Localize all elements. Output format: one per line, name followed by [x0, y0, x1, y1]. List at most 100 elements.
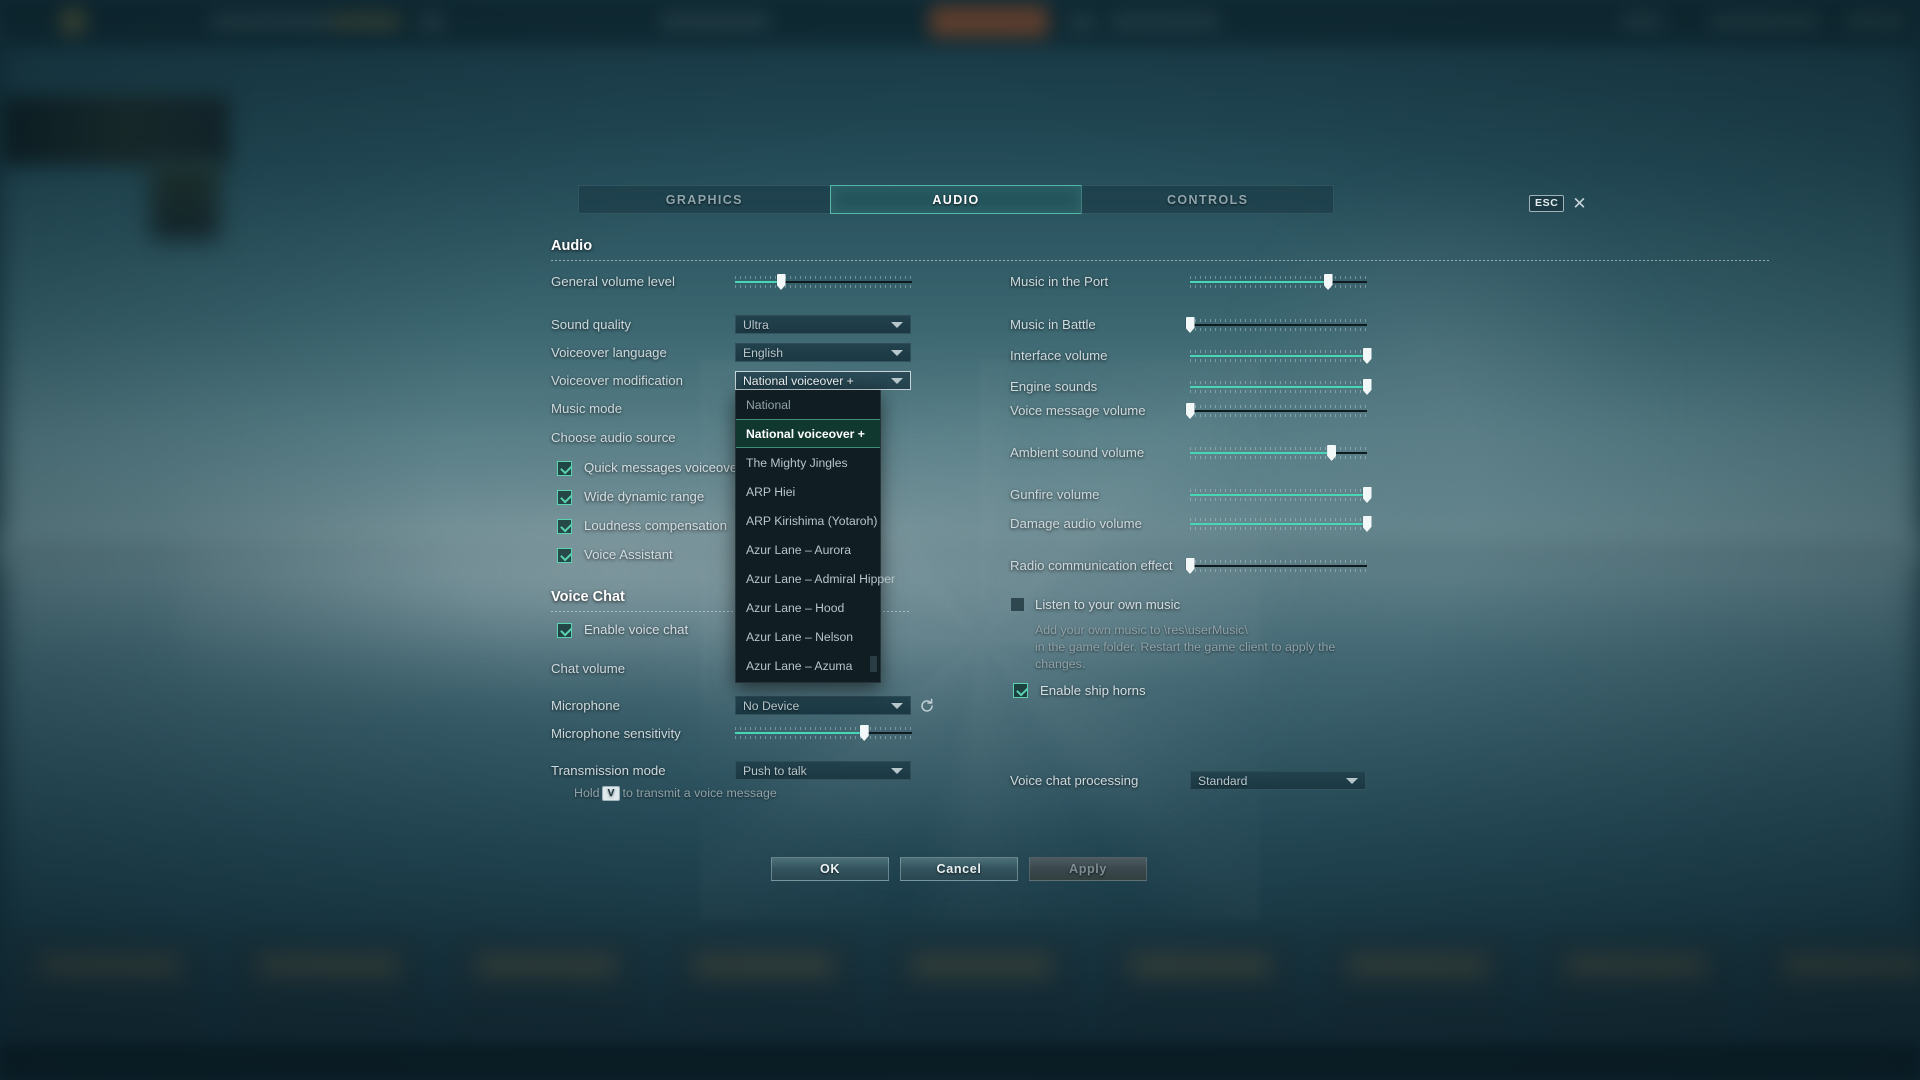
- slider-music-in-the-port[interactable]: [1190, 274, 1367, 290]
- checkbox-voice-assistant[interactable]: [557, 548, 572, 563]
- chevron-down-icon: [1346, 778, 1358, 784]
- label-general-volume: General volume level: [551, 274, 675, 289]
- chevron-down-icon: [891, 768, 903, 774]
- slider-ticks: [1190, 518, 1367, 530]
- dropdown-option[interactable]: ARP Hiei: [736, 477, 880, 506]
- select-transmission-mode-value: Push to talk: [743, 763, 807, 778]
- label-gunfire-volume: Gunfire volume: [1010, 487, 1100, 502]
- slider-general-volume[interactable]: [735, 274, 912, 290]
- checkbox-loudness-compensation[interactable]: [557, 519, 572, 534]
- label-enable-voice-chat: Enable voice chat: [584, 622, 689, 637]
- label-loudness-compensation: Loudness compensation: [584, 518, 727, 533]
- key-badge-v: V: [602, 786, 620, 801]
- chevron-down-icon: [891, 378, 903, 384]
- select-sound-quality[interactable]: Ultra: [735, 315, 911, 334]
- dropdown-option[interactable]: Azur Lane – Hood: [736, 593, 880, 622]
- dropdown-option[interactable]: Azur Lane – Admiral Hipper: [736, 564, 895, 593]
- label-music-in-the-port: Music in the Port: [1010, 274, 1109, 289]
- label-music-mode: Music mode: [551, 401, 623, 416]
- slider-ticks: [1190, 350, 1367, 362]
- slider-gunfire-volume[interactable]: [1190, 487, 1372, 503]
- slider-engine-sounds[interactable]: [1190, 379, 1372, 395]
- label-microphone-sensitivity: Microphone sensitivity: [551, 726, 681, 741]
- select-transmission-mode[interactable]: Push to talk: [735, 761, 911, 780]
- label-voice-message-volume: Voice message volume: [1010, 403, 1146, 418]
- label-quick-messages-voiceover: Quick messages voiceover: [584, 460, 742, 475]
- dropdown-option[interactable]: Azur Lane – Aurora: [736, 535, 880, 564]
- dropdown-option[interactable]: Azur Lane – Nelson: [736, 622, 880, 651]
- settings-tab-bar: GRAPHICS AUDIO CONTROLS: [578, 185, 1335, 214]
- settings-overlay: GRAPHICS AUDIO CONTROLS ESC ✕ Audio Gene…: [0, 0, 1920, 1080]
- label-voiceover-language: Voiceover language: [551, 345, 667, 360]
- slider-ticks: [1190, 489, 1367, 501]
- slider-ticks: [1190, 381, 1367, 393]
- dropdown-option[interactable]: The Mighty Jingles: [736, 448, 880, 477]
- tab-graphics[interactable]: GRAPHICS: [578, 185, 831, 214]
- checkbox-quick-messages-voiceover[interactable]: [557, 461, 572, 476]
- label-interface-volume: Interface volume: [1010, 348, 1108, 363]
- checkbox-wide-dynamic-range[interactable]: [557, 490, 572, 505]
- label-engine-sounds: Engine sounds: [1010, 379, 1098, 394]
- slider-ticks: [735, 276, 912, 288]
- slider-ticks: [1190, 405, 1367, 417]
- slider-ticks: [1190, 447, 1367, 459]
- slider-ambient-sound-volume[interactable]: [1190, 445, 1367, 461]
- tab-audio[interactable]: AUDIO: [829, 185, 1083, 214]
- select-microphone-value: No Device: [743, 698, 800, 713]
- chevron-down-icon: [891, 703, 903, 709]
- close-icon[interactable]: ✕: [1572, 195, 1586, 212]
- select-voiceover-modification-value: National voiceover +: [743, 373, 854, 388]
- dropdown-option[interactable]: ARP Kirishima (Yotaroh): [736, 506, 880, 535]
- slider-microphone-sensitivity[interactable]: [735, 725, 912, 741]
- section-divider-audio: [551, 260, 1770, 261]
- slider-ticks: [1190, 276, 1367, 288]
- label-radio-communication-effect: Radio communication effect: [1010, 558, 1173, 573]
- label-chat-volume: Chat volume: [551, 661, 626, 676]
- slider-interface-volume[interactable]: [1190, 348, 1372, 364]
- label-choose-audio-source: Choose audio source: [551, 430, 676, 445]
- section-title-voice-chat: Voice Chat: [551, 589, 625, 605]
- dropdown-option[interactable]: National voiceover +: [736, 419, 880, 448]
- refresh-icon[interactable]: [919, 698, 935, 714]
- label-voiceover-modification: Voiceover modification: [551, 373, 683, 388]
- checkbox-listen-own-music[interactable]: [1010, 597, 1025, 612]
- label-wide-dynamic-range: Wide dynamic range: [584, 489, 705, 504]
- chevron-down-icon: [891, 350, 903, 356]
- label-ambient-sound-volume: Ambient sound volume: [1010, 445, 1145, 460]
- label-voice-assistant: Voice Assistant: [584, 547, 673, 562]
- tab-controls[interactable]: CONTROLS: [1081, 185, 1335, 214]
- transmission-hint-suffix: to transmit a voice message: [622, 786, 777, 800]
- transmission-hint: Hold Vto transmit a voice message: [574, 785, 777, 802]
- cancel-button[interactable]: Cancel: [900, 857, 1018, 881]
- slider-music-in-battle[interactable]: [1185, 317, 1367, 333]
- label-music-in-battle: Music in Battle: [1010, 317, 1096, 332]
- dropdown-scrollbar-thumb[interactable]: [870, 656, 877, 672]
- label-microphone: Microphone: [551, 698, 620, 713]
- chevron-down-icon: [891, 322, 903, 328]
- slider-damage-audio-volume[interactable]: [1190, 516, 1372, 532]
- label-voice-chat-processing: Voice chat processing: [1010, 773, 1139, 788]
- apply-button: Apply: [1029, 857, 1147, 881]
- label-damage-audio-volume: Damage audio volume: [1010, 516, 1142, 531]
- dropdown-option[interactable]: Azur Lane – Azuma: [736, 651, 880, 680]
- select-voice-chat-processing[interactable]: Standard: [1190, 771, 1366, 790]
- label-sound-quality: Sound quality: [551, 317, 631, 332]
- dropdown-voiceover-modification-list[interactable]: National National voiceover + The Mighty J…: [735, 390, 895, 683]
- section-title-audio: Audio: [551, 238, 593, 254]
- select-voiceover-modification[interactable]: National voiceover +: [735, 371, 911, 390]
- own-music-description-line1: Add your own music to \res\userMusic\: [1035, 623, 1248, 637]
- slider-radio-communication-effect[interactable]: [1185, 558, 1367, 574]
- esc-key-badge: ESC: [1529, 195, 1565, 212]
- own-music-description-line2: in the game folder. Restart the game cli…: [1035, 640, 1336, 654]
- dropdown-option[interactable]: National: [736, 390, 880, 419]
- checkbox-enable-voice-chat[interactable]: [557, 623, 572, 638]
- select-voiceover-language[interactable]: English: [735, 343, 911, 362]
- select-sound-quality-value: Ultra: [743, 317, 769, 332]
- select-microphone[interactable]: No Device: [735, 696, 911, 715]
- slider-voice-message-volume[interactable]: [1185, 403, 1367, 419]
- select-voice-chat-processing-value: Standard: [1198, 773, 1248, 788]
- close-control-group[interactable]: ESC ✕: [1529, 195, 1587, 212]
- slider-ticks: [735, 727, 912, 739]
- checkbox-enable-ship-horns[interactable]: [1013, 683, 1028, 698]
- ok-button[interactable]: OK: [771, 857, 889, 881]
